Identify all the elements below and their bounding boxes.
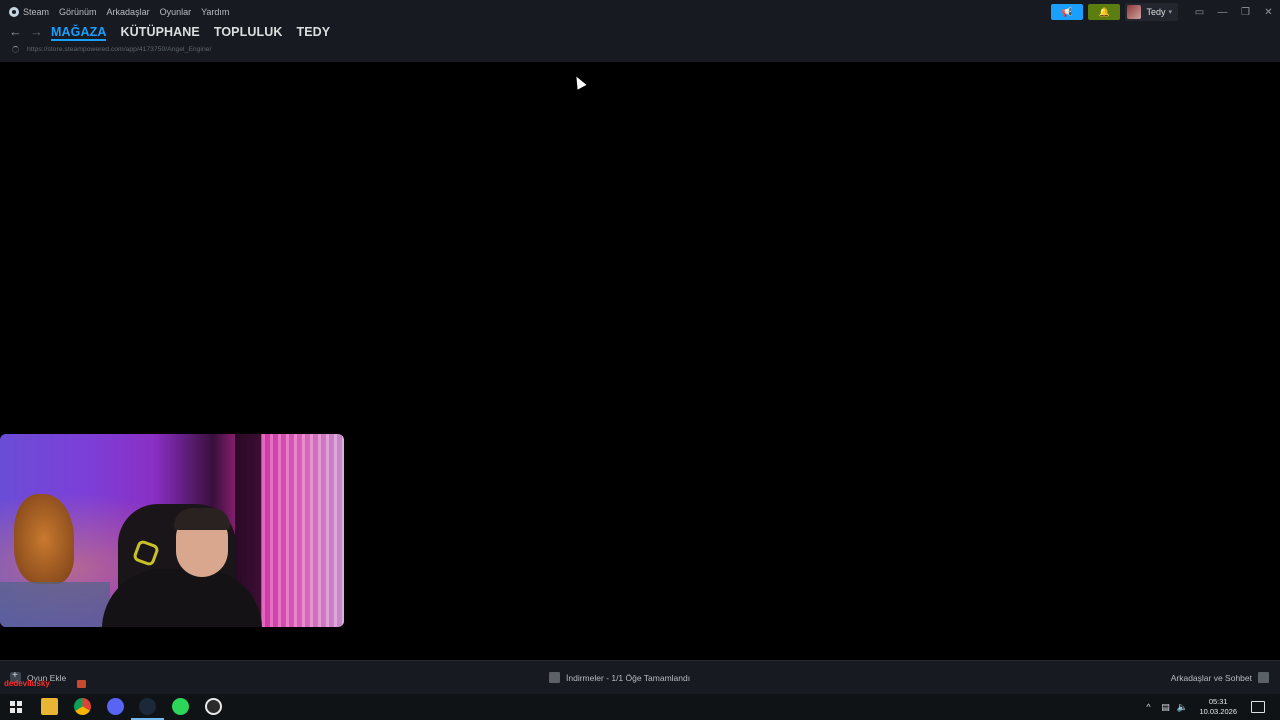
big-picture-button[interactable]: ▭ — [1188, 0, 1211, 24]
steam-bottom-bar: Oyun Ekle dedevilusky İndirmeler - 1/1 Ö… — [0, 660, 1280, 694]
title-bar-controls: 📢 🔔 Tedy ▾ ▭ — ❐ ✕ — [1051, 0, 1280, 24]
clock[interactable]: 05:31 10.03.2026 — [1199, 697, 1237, 717]
tab-profile[interactable]: TEDY — [296, 24, 330, 41]
notifications-button[interactable]: 🔔 — [1088, 4, 1121, 20]
steam-icon[interactable] — [131, 698, 164, 720]
menu-help[interactable]: Yardım — [201, 7, 229, 17]
avatar — [1127, 5, 1142, 19]
desk — [0, 582, 110, 627]
menu-steam[interactable]: Steam — [9, 7, 49, 17]
back-arrow-icon[interactable]: ← — [9, 25, 23, 39]
menu-friends[interactable]: Arkadaşlar — [107, 7, 150, 17]
megaphone-icon: 📢 — [1061, 6, 1074, 17]
chevron-up-icon[interactable]: ^ — [1142, 701, 1154, 713]
bell-icon: 🔔 — [1098, 6, 1111, 17]
chevron-down-icon: ▾ — [1168, 9, 1172, 16]
minimize-button[interactable]: — — [1211, 0, 1234, 24]
forward-arrow-icon[interactable]: → — [30, 25, 44, 39]
announcements-button[interactable]: 📢 — [1051, 4, 1084, 20]
restore-icon: ❐ — [1241, 6, 1250, 18]
monitor-icon: ▭ — [1194, 6, 1205, 18]
title-bar: Steam Görünüm Arkadaşlar Oyunlar Yardım … — [0, 0, 1280, 24]
minimize-icon: — — [1217, 6, 1228, 18]
friends-icon — [1258, 672, 1269, 683]
friends-chat-label: Arkadaşlar ve Sohbet — [1170, 672, 1252, 683]
loading-spinner-icon — [12, 46, 19, 53]
stream-overlay-icon — [77, 680, 86, 688]
clock-date: 10.03.2026 — [1199, 707, 1237, 716]
file-explorer-icon[interactable] — [41, 698, 58, 715]
page-url[interactable]: https://store.steampowered.com/app/41737… — [27, 46, 211, 53]
close-icon: ✕ — [1264, 6, 1273, 18]
user-name: Tedy — [1146, 7, 1166, 17]
stream-overlay-name: dedevilusky — [4, 679, 50, 688]
obs-icon[interactable] — [205, 698, 222, 715]
network-icon[interactable]: ▤ — [1159, 701, 1171, 713]
person-hair — [174, 508, 230, 530]
nav-tabs: MAĞAZA KÜTÜPHANE TOPLULUK TEDY — [51, 24, 344, 41]
nav-bar: ← → MAĞAZA KÜTÜPHANE TOPLULUK TEDY https… — [0, 24, 1280, 62]
windows-taskbar: ^ ▤ 🔈 05:31 10.03.2026 — [0, 694, 1280, 720]
store-content — [0, 62, 1280, 660]
friends-chat-button[interactable]: Arkadaşlar ve Sohbet — [1171, 672, 1269, 683]
menu-view[interactable]: Görünüm — [59, 7, 97, 17]
xbox-app-icon[interactable] — [172, 698, 189, 715]
tab-store[interactable]: MAĞAZA — [51, 24, 107, 41]
chrome-icon[interactable] — [74, 698, 91, 715]
user-menu[interactable]: Tedy ▾ — [1125, 3, 1178, 21]
restore-button[interactable]: ❐ — [1234, 0, 1257, 24]
menu-bar: Steam Görünüm Arkadaşlar Oyunlar Yardım — [0, 0, 239, 24]
url-bar: https://store.steampowered.com/app/41737… — [12, 46, 211, 53]
curtain — [262, 434, 344, 627]
tab-library[interactable]: KÜTÜPHANE — [120, 24, 199, 41]
nav-arrows: ← → — [9, 25, 51, 39]
downloads-status[interactable]: İndirmeler - 1/1 Öğe Tamamlandı — [549, 672, 690, 683]
steam-logo-icon — [9, 7, 19, 17]
webcam-overlay — [0, 434, 344, 627]
tab-community[interactable]: TOPLULUK — [214, 24, 283, 41]
volume-icon[interactable]: 🔈 — [1176, 701, 1188, 713]
menu-games[interactable]: Oyunlar — [160, 7, 192, 17]
menu-steam-label: Steam — [23, 7, 50, 17]
downloads-label: İndirmeler - 1/1 Öğe Tamamlandı — [566, 672, 691, 683]
windows-start-icon[interactable] — [10, 701, 22, 713]
notification-center-icon[interactable] — [1251, 701, 1265, 713]
mouse-cursor-icon — [572, 74, 587, 90]
clock-time: 05:31 — [1208, 697, 1228, 706]
discord-icon[interactable] — [107, 698, 124, 715]
system-tray: ^ ▤ 🔈 05:31 10.03.2026 — [1142, 694, 1280, 720]
close-button[interactable]: ✕ — [1257, 0, 1280, 24]
download-icon — [549, 672, 560, 683]
plush-toy — [14, 494, 74, 584]
